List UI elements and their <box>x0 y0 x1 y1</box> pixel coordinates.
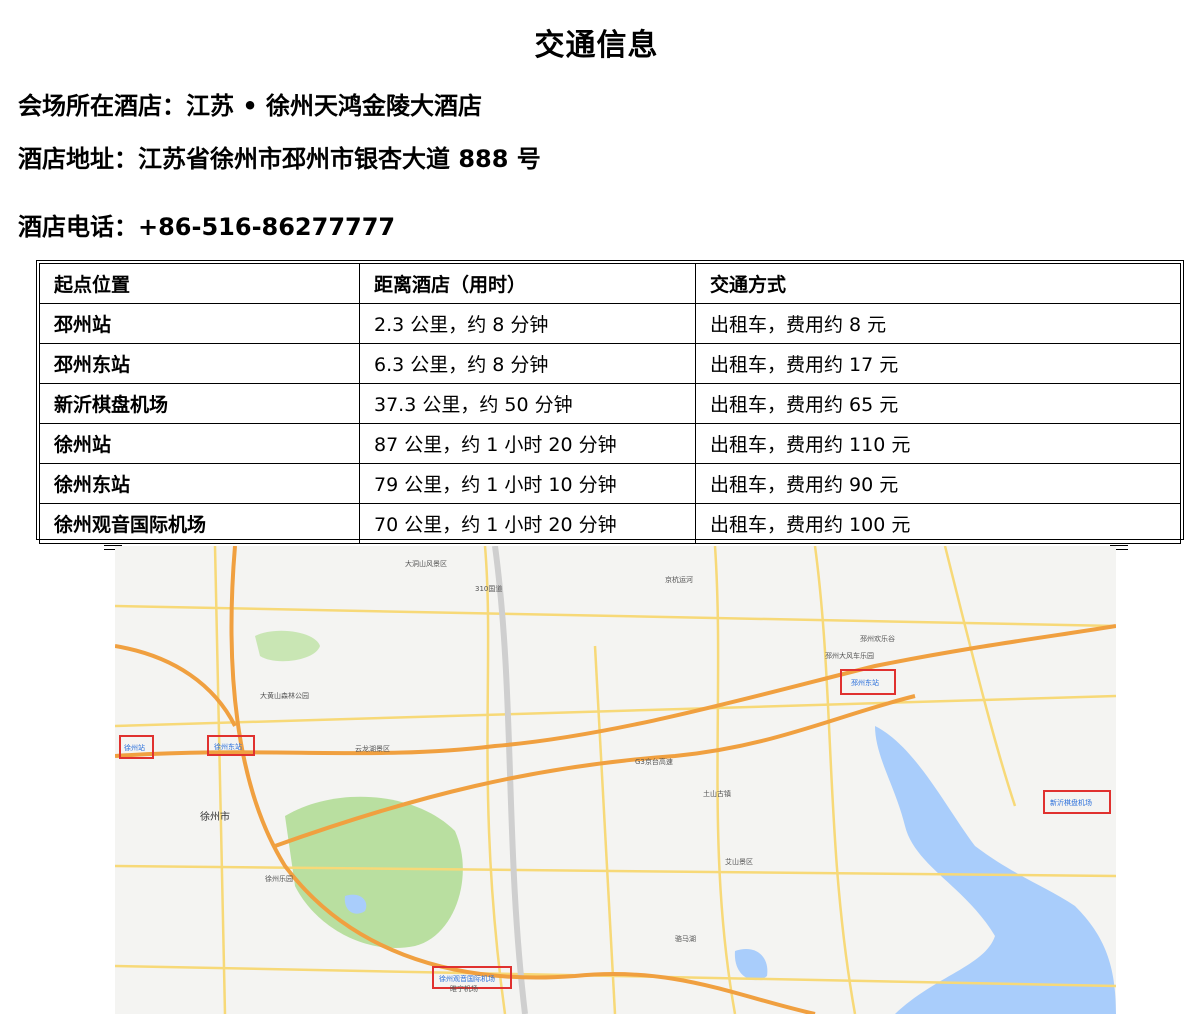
svg-text:邳州大风车乐园: 邳州大风车乐园 <box>825 651 874 660</box>
table-row: 邳州站 2.3 公里，约 8 分钟 出租车，费用约 8 元 <box>39 303 1181 344</box>
svg-text:骆马湖: 骆马湖 <box>675 934 696 943</box>
table-row: 邳州东站 6.3 公里，约 8 分钟 出租车，费用约 17 元 <box>39 343 1181 384</box>
svg-text:云龙湖景区: 云龙湖景区 <box>355 744 390 753</box>
map-green-area <box>255 630 320 662</box>
cell-origin: 新沂棋盘机场 <box>39 383 360 424</box>
table-row: 徐州观音国际机场 70 公里，约 1 小时 20 分钟 出租车，费用约 100 … <box>39 503 1181 544</box>
cell-origin: 徐州东站 <box>39 463 360 504</box>
header-transport: 交通方式 <box>695 263 1181 304</box>
cell-distance: 70 公里，约 1 小时 20 分钟 <box>359 503 696 544</box>
cell-origin: 徐州观音国际机场 <box>39 503 360 544</box>
svg-text:土山古镇: 土山古镇 <box>703 789 731 798</box>
table-row: 徐州东站 79 公里，约 1 小时 10 分钟 出租车，费用约 90 元 <box>39 463 1181 504</box>
cell-origin: 徐州站 <box>39 423 360 464</box>
cell-transport: 出租车，费用约 90 元 <box>695 463 1181 504</box>
svg-text:新沂棋盘机场: 新沂棋盘机场 <box>1050 798 1092 807</box>
cell-transport: 出租车，费用约 110 元 <box>695 423 1181 464</box>
cell-origin: 邳州东站 <box>39 343 360 384</box>
table-header-row: 起点位置 距离酒店（用时） 交通方式 <box>39 263 1181 304</box>
cell-distance: 37.3 公里，约 50 分钟 <box>359 383 696 424</box>
cell-transport: 出租车，费用约 17 元 <box>695 343 1181 384</box>
svg-text:310国道: 310国道 <box>475 584 502 593</box>
svg-text:邳州欢乐谷: 邳州欢乐谷 <box>860 634 895 643</box>
cell-distance: 2.3 公里，约 8 分钟 <box>359 303 696 344</box>
svg-text:徐州东站: 徐州东站 <box>214 742 242 751</box>
svg-text:邳州东站: 邳州东站 <box>851 678 879 687</box>
map-canvas: 徐州市 徐州站 徐州东站 邳州东站 新沂棋盘机场 徐州观音国际机场 大洞山风景区… <box>115 546 1116 1014</box>
svg-text:徐州站: 徐州站 <box>124 743 145 752</box>
svg-text:艾山景区: 艾山景区 <box>725 857 753 866</box>
map-lake <box>875 726 1116 1014</box>
svg-text:睢宁机场: 睢宁机场 <box>450 984 478 993</box>
map-city-label: 徐州市 <box>200 810 230 823</box>
map-roads <box>115 546 1116 1014</box>
cell-transport: 出租车，费用约 65 元 <box>695 383 1181 424</box>
transport-table: 起点位置 距离酒店（用时） 交通方式 邳州站 2.3 公里，约 8 分钟 出租车… <box>36 260 1184 544</box>
svg-text:京杭运河: 京杭运河 <box>665 575 693 584</box>
header-distance: 距离酒店（用时） <box>359 263 696 304</box>
map-green-area <box>285 796 463 948</box>
svg-text:徐州乐园: 徐州乐园 <box>265 874 293 883</box>
header-origin: 起点位置 <box>39 263 360 304</box>
page-title: 交通信息 <box>534 28 659 63</box>
address-info: 酒店地址：江苏省徐州市邳州市银杏大道 888 号 <box>18 145 541 173</box>
svg-text:G3京台高速: G3京台高速 <box>635 757 673 766</box>
table-row: 新沂棋盘机场 37.3 公里，约 50 分钟 出租车，费用约 65 元 <box>39 383 1181 424</box>
cell-origin: 邳州站 <box>39 303 360 344</box>
cell-distance: 79 公里，约 1 小时 10 分钟 <box>359 463 696 504</box>
table-row: 徐州站 87 公里，约 1 小时 20 分钟 出租车，费用约 110 元 <box>39 423 1181 464</box>
cell-transport: 出租车，费用约 8 元 <box>695 303 1181 344</box>
svg-text:徐州观音国际机场: 徐州观音国际机场 <box>439 974 495 983</box>
map-highlight-xinyi-airport: 新沂棋盘机场 <box>1043 790 1111 814</box>
svg-text:大洞山风景区: 大洞山风景区 <box>405 559 447 568</box>
svg-text:大黄山森林公园: 大黄山森林公园 <box>260 691 309 700</box>
phone-info: 酒店电话：+86-516-86277777 <box>18 213 396 241</box>
cell-transport: 出租车，费用约 100 元 <box>695 503 1181 544</box>
location-map: 徐州市 徐州站 徐州东站 邳州东站 新沂棋盘机场 徐州观音国际机场 大洞山风景区… <box>115 546 1116 1014</box>
venue-info: 会场所在酒店：江苏 • 徐州天鸿金陵大酒店 <box>18 92 483 120</box>
map-lake <box>734 948 768 981</box>
cell-distance: 6.3 公里，约 8 分钟 <box>359 343 696 384</box>
cell-distance: 87 公里，约 1 小时 20 分钟 <box>359 423 696 464</box>
